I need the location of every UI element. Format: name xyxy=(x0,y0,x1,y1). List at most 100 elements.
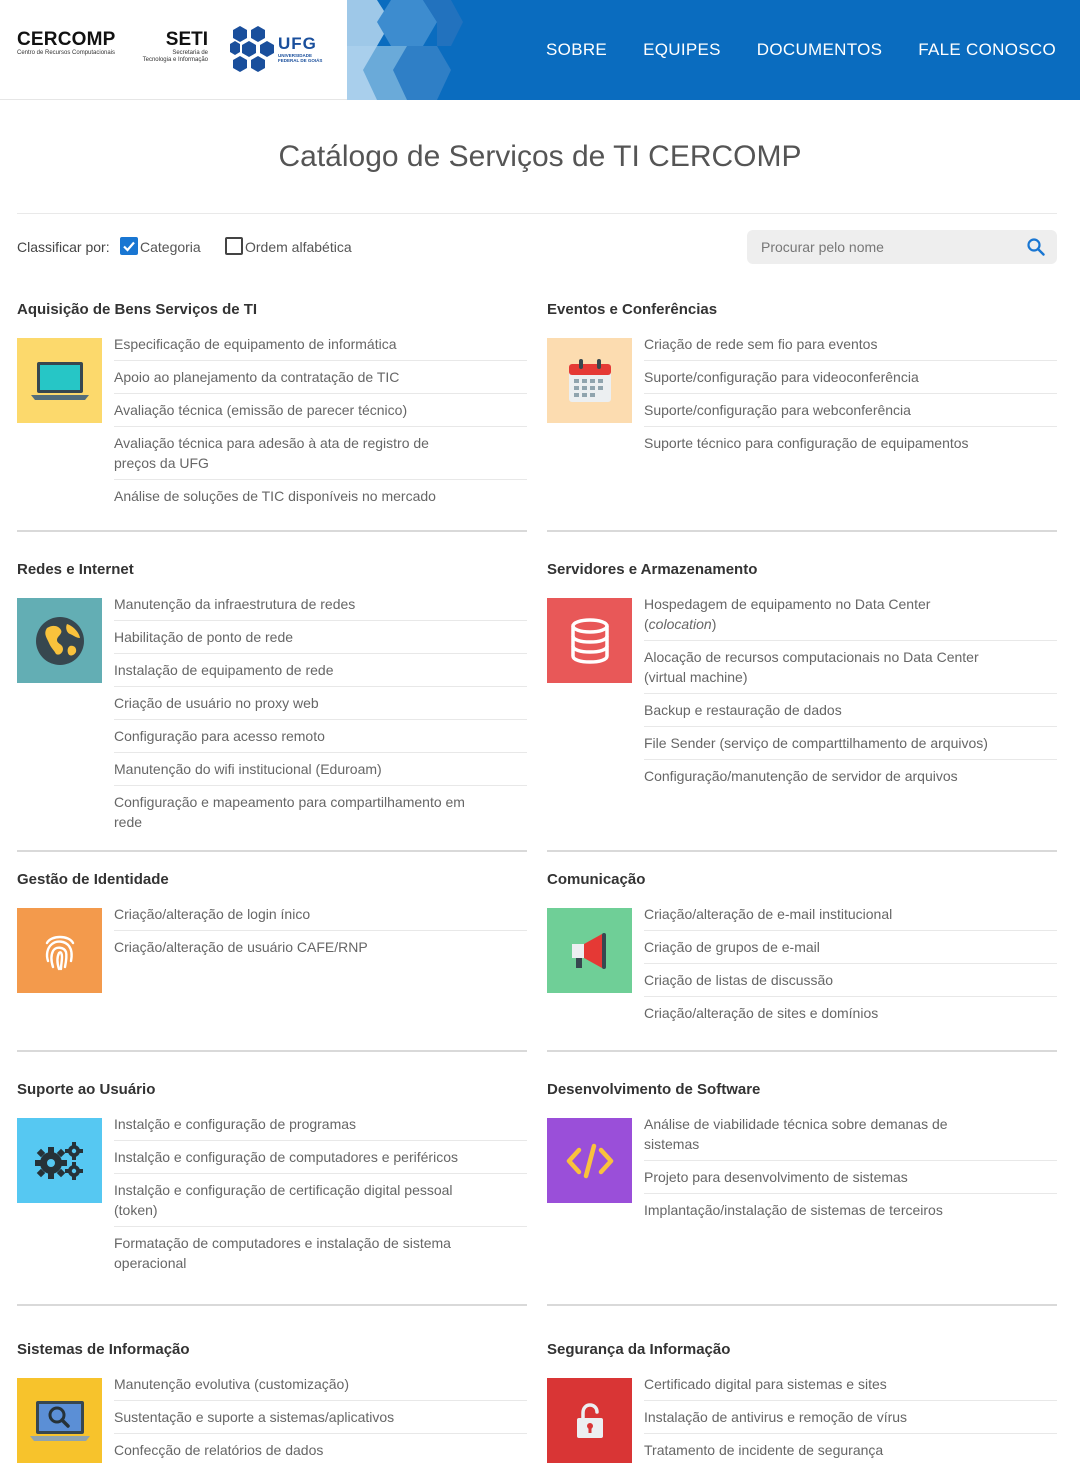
service-item[interactable]: Criação/alteração de usuário CAFE/RNP xyxy=(114,931,527,963)
category-tile xyxy=(17,598,102,683)
service-list: Especificação de equipamento de informát… xyxy=(114,328,527,512)
category-divider xyxy=(17,1050,527,1052)
category-title[interactable]: Aquisição de Bens Serviços de TI xyxy=(17,301,257,318)
service-item[interactable]: Implantação/instalação de sistemas de te… xyxy=(644,1194,1057,1226)
seti-logo-subtitle-2: Tecnologia e Informação xyxy=(142,57,208,63)
nav-equipes[interactable]: EQUIPES xyxy=(643,40,721,60)
laptop-search-icon xyxy=(29,1400,90,1441)
service-item[interactable]: Configuração para acesso remoto xyxy=(114,720,527,753)
service-item[interactable]: Sustentação e suporte a sistemas/aplicat… xyxy=(114,1401,527,1434)
service-item[interactable]: Manutenção da infraestrutura de redes xyxy=(114,588,527,621)
service-item[interactable]: Configuração e mapeamento para compartil… xyxy=(114,786,527,838)
category-title[interactable]: Eventos e Conferências xyxy=(547,301,717,318)
service-item[interactable]: Manutenção do wifi institucional (Eduroa… xyxy=(114,753,527,786)
ufg-logo[interactable]: UFG UNIVERSIDADE FEDERAL DE GOIÁS xyxy=(228,24,322,74)
hexagon-decoration xyxy=(347,0,467,100)
service-item[interactable]: Instalção e configuração de programas xyxy=(114,1108,527,1141)
service-list: Certificado digital para sistemas e site… xyxy=(644,1368,1057,1466)
service-item-suffix: ) xyxy=(711,616,717,632)
service-item[interactable]: Análise de soluções de TIC disponíveis n… xyxy=(114,480,527,512)
category-divider xyxy=(547,1050,1057,1052)
search-icon[interactable] xyxy=(1027,238,1045,256)
service-item[interactable]: Suporte/configuração para videoconferênc… xyxy=(644,361,1057,394)
service-item[interactable]: Manutenção evolutiva (customização) xyxy=(114,1368,527,1401)
service-item[interactable]: Habilitação de ponto de rede xyxy=(114,621,527,654)
service-list: Hospedagem de equipamento no Data Center… xyxy=(644,588,1057,792)
alphabetical-checkbox-label[interactable]: Ordem alfabética xyxy=(245,239,352,255)
service-item[interactable]: Criação de listas de discussão xyxy=(644,964,1057,997)
category-divider xyxy=(17,1304,527,1306)
category-checkbox[interactable] xyxy=(120,237,138,255)
nav-fale-conosco[interactable]: FALE CONOSCO xyxy=(918,40,1056,60)
category-divider xyxy=(17,850,527,852)
service-list: Manutenção evolutiva (customização) Sust… xyxy=(114,1368,527,1466)
service-list: Análise de viabilidade técnica sobre dem… xyxy=(644,1108,1057,1226)
service-item[interactable]: Tratamento de incidente de segurança xyxy=(644,1434,1057,1466)
globe-icon xyxy=(35,616,84,665)
service-item[interactable]: Instalação de antivirus e remoção de vír… xyxy=(644,1401,1057,1434)
category-title[interactable]: Comunicação xyxy=(547,871,645,888)
category-title[interactable]: Sistemas de Informação xyxy=(17,1341,190,1358)
service-item[interactable]: Criação/alteração de e-mail instituciona… xyxy=(644,898,1057,931)
category-title[interactable]: Segurança da Informação xyxy=(547,1341,730,1358)
service-item[interactable]: Especificação de equipamento de informát… xyxy=(114,328,527,361)
search-box xyxy=(747,230,1057,264)
service-item[interactable]: Instalção e configuração de certificação… xyxy=(114,1174,527,1227)
service-item[interactable]: File Sender (serviço de comparttilhament… xyxy=(644,727,1057,760)
service-item[interactable]: Instalação de equipamento de rede xyxy=(114,654,527,687)
service-list: Criação de rede sem fio para eventos Sup… xyxy=(644,328,1057,459)
category-checkbox-label[interactable]: Categoria xyxy=(140,239,201,255)
service-item[interactable]: Alocação de recursos computacionais no D… xyxy=(644,641,1057,694)
service-item[interactable]: Avaliação técnica para adesão à ata de r… xyxy=(114,427,527,480)
category-tile xyxy=(547,1118,632,1203)
service-list: Criação/alteração de login ínico Criação… xyxy=(114,898,527,963)
service-item[interactable]: Criação/alteração de sites e domínios xyxy=(644,997,1057,1029)
category-tile xyxy=(547,598,632,683)
category-title[interactable]: Desenvolvimento de Software xyxy=(547,1081,760,1098)
page-title: Catálogo de Serviços de TI CERCOMP xyxy=(278,140,802,173)
category-divider xyxy=(547,530,1057,532)
service-item[interactable]: Instalção e configuração de computadores… xyxy=(114,1141,527,1174)
category-divider xyxy=(547,850,1057,852)
seti-logo[interactable]: SETI Secretaria de Tecnologia e Informaç… xyxy=(128,30,208,64)
service-item[interactable]: Criação de grupos de e-mail xyxy=(644,931,1057,964)
service-item[interactable]: Formatação de computadores e instalação … xyxy=(114,1227,527,1279)
category-tile xyxy=(547,908,632,993)
service-item[interactable]: Suporte técnico para configuração de equ… xyxy=(644,427,1057,459)
service-item[interactable]: Apoio ao planejamento da contratação de … xyxy=(114,361,527,394)
service-item[interactable]: Projeto para desenvolvimento de sistemas xyxy=(644,1161,1057,1194)
service-list: Instalção e configuração de programas In… xyxy=(114,1108,527,1279)
nav-documentos[interactable]: DOCUMENTOS xyxy=(757,40,882,60)
laptop-icon xyxy=(30,361,89,400)
service-item[interactable]: Avaliação técnica (emissão de parecer té… xyxy=(114,394,527,427)
ufg-hexagons-icon xyxy=(230,26,274,72)
category-title[interactable]: Servidores e Armazenamento xyxy=(547,561,757,578)
nav-sobre[interactable]: SOBRE xyxy=(546,40,607,60)
service-item[interactable]: Análise de viabilidade técnica sobre dem… xyxy=(644,1108,1057,1161)
code-icon xyxy=(566,1143,613,1178)
service-item[interactable]: Criação de usuário no proxy web xyxy=(114,687,527,720)
service-item[interactable]: Configuração/manutenção de servidor de a… xyxy=(644,760,1057,792)
service-item-colocation[interactable]: Hospedagem de equipamento no Data Center… xyxy=(644,588,1057,641)
checkmark-icon xyxy=(123,241,135,252)
unlock-icon xyxy=(576,1402,603,1438)
service-item[interactable]: Certificado digital para sistemas e site… xyxy=(644,1368,1057,1401)
main-nav: SOBRE EQUIPES DOCUMENTOS FALE CONOSCO xyxy=(546,0,1056,100)
search-input[interactable] xyxy=(747,230,1017,264)
ufg-logo-subtitle-2: FEDERAL DE GOIÁS xyxy=(278,58,323,63)
service-item[interactable]: Backup e restauração de dados xyxy=(644,694,1057,727)
service-list: Manutenção da infraestrutura de redes Ha… xyxy=(114,588,527,838)
service-item[interactable]: Suporte/configuração para webconferência xyxy=(644,394,1057,427)
category-title[interactable]: Suporte ao Usuário xyxy=(17,1081,155,1098)
service-item[interactable]: Confecção de relatórios de dados xyxy=(114,1434,527,1466)
alphabetical-checkbox[interactable] xyxy=(225,237,243,255)
category-title[interactable]: Gestão de Identidade xyxy=(17,871,169,888)
database-icon xyxy=(570,617,609,664)
site-header: CERCOMP Centro de Recursos Computacionai… xyxy=(0,0,1080,100)
cercomp-logo-subtitle: Centro de Recursos Computacionais xyxy=(17,50,116,56)
category-title[interactable]: Redes e Internet xyxy=(17,561,134,578)
cercomp-logo[interactable]: CERCOMP Centro de Recursos Computacionai… xyxy=(17,30,116,57)
service-item[interactable]: Criação de rede sem fio para eventos xyxy=(644,328,1057,361)
service-item[interactable]: Criação/alteração de login ínico xyxy=(114,898,527,931)
category-divider xyxy=(17,530,527,532)
